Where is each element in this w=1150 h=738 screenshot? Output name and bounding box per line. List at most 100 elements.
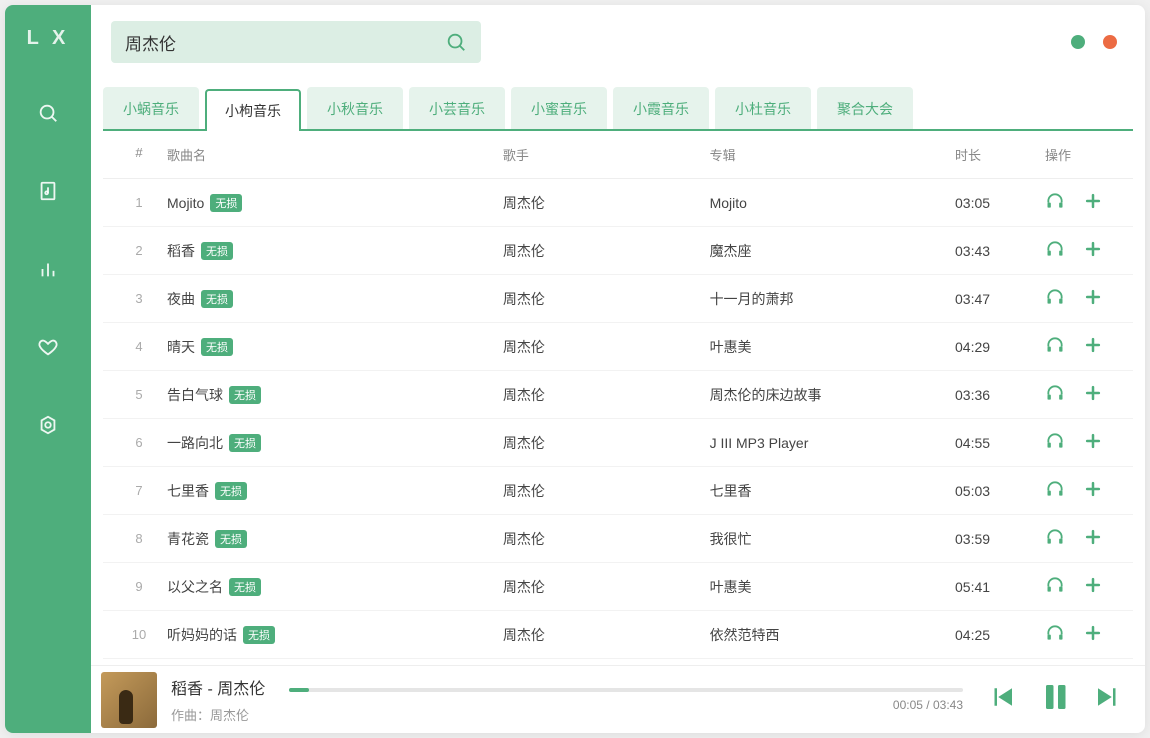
row-album: 七里香 [710,481,955,501]
add-button[interactable] [1083,335,1103,358]
add-icon [1083,479,1103,499]
row-artist: 周杰伦 [503,337,710,357]
row-actions [1045,191,1125,214]
lossless-badge: 无损 [229,386,261,404]
tab-5[interactable]: 小霞音乐 [613,87,709,129]
listen-button[interactable] [1045,335,1065,358]
add-button[interactable] [1083,623,1103,646]
row-artist: 周杰伦 [503,577,710,597]
listen-button[interactable] [1045,527,1065,550]
tab-6[interactable]: 小杜音乐 [715,87,811,129]
progress-bar[interactable] [289,688,963,692]
progress-fill [289,688,309,692]
listen-button[interactable] [1045,623,1065,646]
row-actions [1045,527,1125,550]
table-row[interactable]: 2稻香无损周杰伦魔杰座03:43 [103,227,1133,275]
tab-2[interactable]: 小秋音乐 [307,87,403,129]
col-name: 歌曲名 [167,145,503,164]
listen-icon [1045,431,1065,451]
row-song-name: 七里香无损 [167,481,503,501]
minimize-dot[interactable] [1071,35,1085,49]
row-actions [1045,623,1125,646]
row-song-name: 晴天无损 [167,337,503,357]
lossless-badge: 无损 [229,434,261,452]
search-input[interactable] [125,32,445,52]
row-duration: 03:59 [955,531,1045,547]
listen-icon [1045,623,1065,643]
row-duration: 03:36 [955,387,1045,403]
main-panel: 小蜗音乐小枸音乐小秋音乐小芸音乐小蜜音乐小霞音乐小杜音乐聚合大会 # 歌曲名 歌… [91,5,1145,733]
listen-button[interactable] [1045,239,1065,262]
add-button[interactable] [1083,527,1103,550]
tab-1[interactable]: 小枸音乐 [205,89,301,131]
close-dot[interactable] [1103,35,1117,49]
progress-area: 00:05 / 03:43 [289,688,963,712]
col-album: 专辑 [710,145,955,164]
nav-search[interactable] [25,90,71,136]
add-button[interactable] [1083,431,1103,454]
row-song-name: 青花瓷无损 [167,529,503,549]
add-button[interactable] [1083,479,1103,502]
table-row[interactable]: 3夜曲无损周杰伦十一月的萧邦03:47 [103,275,1133,323]
add-button[interactable] [1083,575,1103,598]
nav-charts[interactable] [25,246,71,292]
row-album: 依然范特西 [710,625,955,645]
add-icon [1083,623,1103,643]
row-album: 叶惠美 [710,577,955,597]
table-row[interactable]: 8青花瓷无损周杰伦我很忙03:59 [103,515,1133,563]
nav-favorites[interactable] [25,324,71,370]
results-table: # 歌曲名 歌手 专辑 时长 操作 1Mojito无损周杰伦Mojito03:0… [91,131,1145,665]
tab-7[interactable]: 聚合大会 [817,87,913,129]
listen-button[interactable] [1045,479,1065,502]
row-index: 6 [111,435,167,450]
col-index: # [111,145,167,164]
table-row[interactable]: 1Mojito无损周杰伦Mojito03:05 [103,179,1133,227]
row-duration: 05:03 [955,483,1045,499]
row-index: 8 [111,531,167,546]
track-info: 稻香 - 周杰伦 作曲：周杰伦 [171,675,265,724]
search-box[interactable] [111,21,481,63]
listen-button[interactable] [1045,191,1065,214]
album-cover[interactable] [101,672,157,728]
listen-button[interactable] [1045,383,1065,406]
table-row[interactable]: 10听妈妈的话无损周杰伦依然范特西04:25 [103,611,1133,659]
row-actions [1045,287,1125,310]
next-button[interactable] [1093,682,1123,717]
sidebar: L X [5,5,91,733]
row-index: 10 [111,627,167,642]
nav-settings[interactable] [25,402,71,448]
table-row[interactable]: 5告白气球无损周杰伦周杰伦的床边故事03:36 [103,371,1133,419]
search-icon[interactable] [445,31,467,53]
table-row[interactable]: 7七里香无损周杰伦七里香05:03 [103,467,1133,515]
lossless-badge: 无损 [229,578,261,596]
add-button[interactable] [1083,287,1103,310]
listen-button[interactable] [1045,287,1065,310]
prev-button[interactable] [987,682,1017,717]
lossless-badge: 无损 [215,482,247,500]
pause-button[interactable] [1037,679,1073,720]
listen-icon [1045,191,1065,211]
row-album: J III MP3 Player [710,435,955,451]
table-row[interactable]: 4晴天无损周杰伦叶惠美04:29 [103,323,1133,371]
add-button[interactable] [1083,239,1103,262]
row-artist: 周杰伦 [503,529,710,549]
row-actions [1045,383,1125,406]
listen-button[interactable] [1045,575,1065,598]
table-row[interactable]: 9以父之名无损周杰伦叶惠美05:41 [103,563,1133,611]
add-button[interactable] [1083,191,1103,214]
add-icon [1083,239,1103,259]
row-artist: 周杰伦 [503,193,710,213]
tab-0[interactable]: 小蜗音乐 [103,87,199,129]
listen-icon [1045,527,1065,547]
row-artist: 周杰伦 [503,241,710,261]
table-row[interactable]: 6一路向北无损周杰伦J III MP3 Player04:55 [103,419,1133,467]
listen-button[interactable] [1045,431,1065,454]
add-button[interactable] [1083,383,1103,406]
nav-music-list[interactable] [25,168,71,214]
listen-icon [1045,479,1065,499]
add-icon [1083,575,1103,595]
row-album: 十一月的萧邦 [710,289,955,309]
tab-4[interactable]: 小蜜音乐 [511,87,607,129]
row-index: 1 [111,195,167,210]
tab-3[interactable]: 小芸音乐 [409,87,505,129]
